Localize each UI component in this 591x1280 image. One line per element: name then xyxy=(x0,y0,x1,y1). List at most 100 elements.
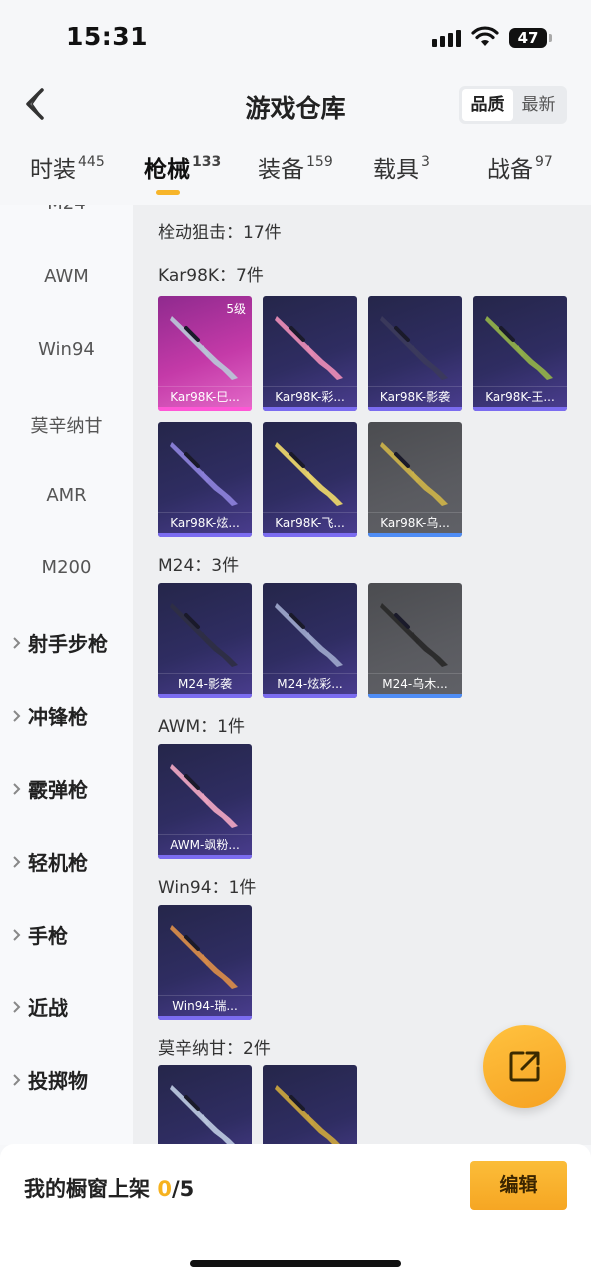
section-title-mosin: 莫辛纳甘：2件 xyxy=(158,1039,271,1059)
share-button[interactable] xyxy=(483,1025,566,1108)
rarity-bar xyxy=(158,694,252,698)
active-tab-indicator xyxy=(156,190,180,195)
weapon-grid: 栓动狙击：17件 Kar98K：7件 5级 Kar98K-巳... Kar98K… xyxy=(133,205,591,1145)
group-title: 栓动狙击：17件 xyxy=(158,223,282,243)
tab-equipment[interactable]: 装备 159 xyxy=(258,150,333,200)
sidebar-category-smg[interactable]: 冲锋枪 xyxy=(12,701,88,730)
chevron-right-icon xyxy=(13,782,21,795)
weapon-card[interactable]: AWM-飒粉... xyxy=(158,744,252,859)
sidebar-category-pistol[interactable]: 手枪 xyxy=(12,920,68,949)
home-indicator xyxy=(190,1260,401,1267)
rarity-bar xyxy=(263,694,357,698)
rifle-icon xyxy=(170,1085,236,1145)
showcase-total: /5 xyxy=(171,1177,195,1201)
section-title-win94: Win94：1件 xyxy=(158,878,257,898)
chevron-right-icon xyxy=(13,709,21,722)
rarity-bar xyxy=(158,1016,252,1020)
tab-fashion[interactable]: 时装 445 xyxy=(30,150,105,200)
rifle-icon xyxy=(170,316,238,380)
sort-by-newest[interactable]: 最新 xyxy=(513,89,564,121)
weapon-card[interactable]: Kar98K-炫... xyxy=(158,422,252,537)
rarity-bar xyxy=(368,694,462,698)
weapon-card[interactable]: Kar98K-影袭 xyxy=(368,296,462,411)
tab-supplies[interactable]: 战备 97 xyxy=(487,150,553,200)
weapon-card[interactable]: M24-乌木... xyxy=(368,583,462,698)
sidebar-item-m200[interactable]: M200 xyxy=(0,557,133,578)
rifle-icon xyxy=(380,442,448,506)
weapon-name: M24-影袭 xyxy=(178,677,232,691)
tab-firearms[interactable]: 枪械 133 xyxy=(144,150,221,200)
rarity-bar xyxy=(158,533,252,537)
chevron-right-icon xyxy=(13,1073,21,1086)
chevron-right-icon xyxy=(13,636,21,649)
chevron-right-icon xyxy=(13,1000,21,1013)
weapon-name: Kar98K-巳... xyxy=(170,390,240,404)
weapon-card[interactable]: Kar98K-彩... xyxy=(263,296,357,411)
sidebar-category-dmr[interactable]: 射手步枪 xyxy=(12,628,108,657)
weapon-sidebar: M24 AWM Win94 莫辛纳甘 AMR M200 射手步枪 冲锋枪 霰弹枪… xyxy=(0,205,133,1145)
battery-icon: 47 xyxy=(509,28,552,48)
weapon-card[interactable]: 5级 Kar98K-巳... xyxy=(158,296,252,411)
rifle-icon xyxy=(275,1085,341,1145)
rarity-bar xyxy=(368,407,462,411)
rifle-icon xyxy=(275,316,343,380)
weapon-card[interactable]: M24-影袭 xyxy=(158,583,252,698)
rifle-icon xyxy=(170,764,238,828)
weapon-name: Kar98K-影袭 xyxy=(379,390,451,404)
level-badge: 5级 xyxy=(226,302,246,316)
category-tabs: 时装 445 枪械 133 装备 159 载具 3 战备 97 xyxy=(0,150,591,206)
rarity-bar xyxy=(473,407,567,411)
showcase-count: 0 xyxy=(157,1177,172,1201)
sidebar-item-amr[interactable]: AMR xyxy=(0,485,133,506)
share-icon xyxy=(509,1051,540,1082)
weapon-card[interactable]: Kar98K-飞... xyxy=(263,422,357,537)
chevron-right-icon xyxy=(13,855,21,868)
rifle-icon xyxy=(170,603,238,667)
chevron-right-icon xyxy=(13,928,21,941)
weapon-name: M24-乌木... xyxy=(382,677,448,691)
rarity-bar xyxy=(263,533,357,537)
sidebar-category-throwable[interactable]: 投掷物 xyxy=(12,1065,88,1094)
weapon-card[interactable] xyxy=(263,1065,357,1145)
weapon-name: Kar98K-炫... xyxy=(170,516,240,530)
showcase-status: 我的橱窗上架 0/5 xyxy=(24,1177,195,1201)
rarity-bar xyxy=(263,407,357,411)
sidebar-category-lmg[interactable]: 轻机枪 xyxy=(12,847,88,876)
sidebar-category-melee[interactable]: 近战 xyxy=(12,992,68,1021)
weapon-name: Win94-瑞... xyxy=(172,999,238,1013)
weapon-name: M24-炫彩... xyxy=(277,677,343,691)
sidebar-item-awm[interactable]: AWM xyxy=(0,266,133,287)
weapon-card[interactable] xyxy=(158,1065,252,1145)
weapon-name: AWM-飒粉... xyxy=(170,838,240,852)
sort-toggle[interactable]: 品质 最新 xyxy=(459,86,567,124)
weapon-name: Kar98K-王... xyxy=(485,390,555,404)
weapon-card[interactable]: M24-炫彩... xyxy=(263,583,357,698)
section-title-awm: AWM：1件 xyxy=(158,717,245,737)
rifle-icon xyxy=(275,603,343,667)
section-title-m24: M24：3件 xyxy=(158,556,240,576)
rarity-bar xyxy=(158,855,252,859)
sidebar-item-mosin[interactable]: 莫辛纳甘 xyxy=(0,412,133,438)
rifle-icon xyxy=(485,316,553,380)
rifle-icon xyxy=(170,442,238,506)
weapon-name: Kar98K-乌... xyxy=(380,516,450,530)
sort-by-quality[interactable]: 品质 xyxy=(462,89,513,121)
rifle-icon xyxy=(380,603,448,667)
edit-button[interactable]: 编辑 xyxy=(470,1161,567,1210)
rifle-icon xyxy=(380,316,448,380)
bottom-panel: 我的橱窗上架 0/5 编辑 xyxy=(0,1144,591,1280)
sidebar-item-win94[interactable]: Win94 xyxy=(0,339,133,360)
sidebar-category-shotgun[interactable]: 霰弹枪 xyxy=(12,774,88,803)
weapon-card[interactable]: Kar98K-王... xyxy=(473,296,567,411)
weapon-card[interactable]: Win94-瑞... xyxy=(158,905,252,1020)
status-time: 15:31 xyxy=(66,22,149,51)
rifle-icon xyxy=(275,442,343,506)
weapon-card[interactable]: Kar98K-乌... xyxy=(368,422,462,537)
section-title-kar98k: Kar98K：7件 xyxy=(158,266,264,286)
cellular-signal-icon xyxy=(432,30,461,47)
tab-vehicles[interactable]: 载具 3 xyxy=(373,150,430,200)
sidebar-item-m24[interactable]: M24 xyxy=(0,205,133,214)
wifi-icon xyxy=(471,26,499,46)
weapon-name: Kar98K-飞... xyxy=(275,516,345,530)
rarity-bar xyxy=(368,533,462,537)
